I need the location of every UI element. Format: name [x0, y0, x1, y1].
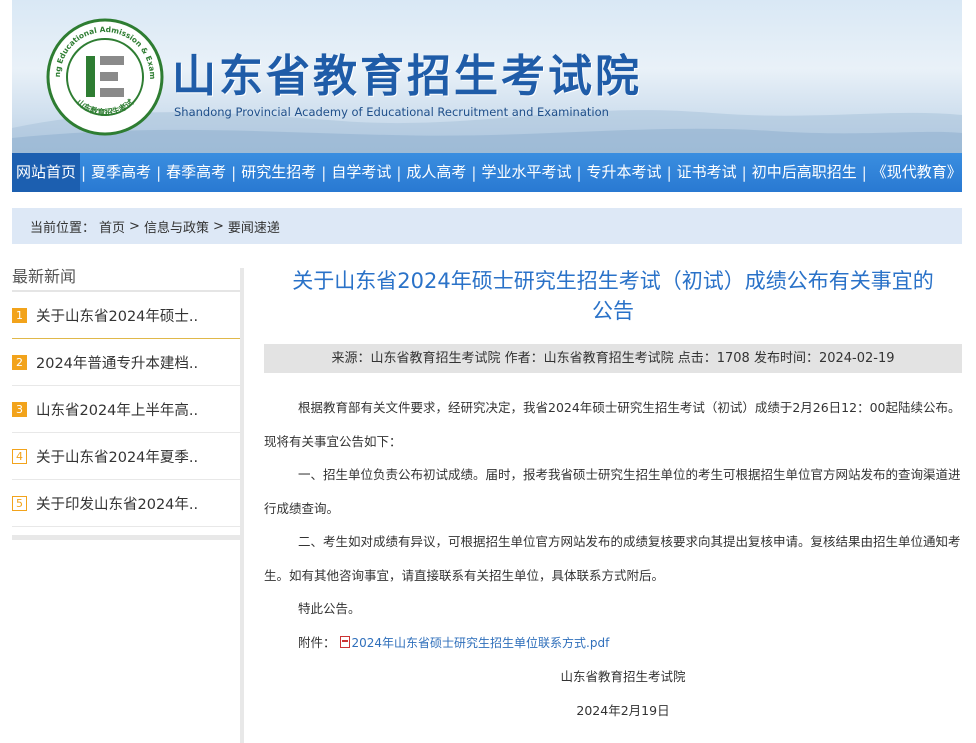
news-list-item[interactable]: 3 山东省2024年上半年高.. [12, 386, 240, 433]
header-banner: Shandong Educational Admission & Examina… [12, 0, 962, 153]
academy-logo: Shandong Educational Admission & Examina… [46, 18, 164, 136]
breadcrumb-separator: > [129, 218, 140, 234]
nav-separator: | [471, 163, 477, 182]
news-list-item[interactable]: 5 关于印发山东省2024年.. [12, 480, 240, 527]
article-paragraph: 根据教育部有关文件要求，经研究决定，我省2024年硕士研究生招生考试（初试）成绩… [264, 400, 961, 449]
attachment-link[interactable]: 2024年山东省硕士研究生招生单位联系方式.pdf [352, 636, 610, 650]
latest-news-sidebar: 最新新闻 1 关于山东省2024年硕士.. 2 2024年普通专升本建档.. 3… [12, 262, 240, 540]
column-divider [240, 268, 244, 743]
nav-graduate-exam[interactable]: 研究生招考 [237, 153, 320, 192]
rank-badge: 5 [12, 495, 27, 511]
nav-home[interactable]: 网站首页 [12, 153, 81, 192]
breadcrumb-info-policy[interactable]: 信息与政策 [144, 217, 209, 236]
article-paragraph: 二、考生如对成绩有异议，可根据招生单位官方网站发布的成绩复核要求向其提出复核申请… [264, 534, 961, 583]
nav-self-study-exam[interactable]: 自学考试 [327, 153, 395, 192]
nav-separator: | [321, 163, 327, 182]
nav-upgrade-exam[interactable]: 专升本考试 [583, 153, 666, 192]
nav-separator: | [396, 163, 402, 182]
sidebar-title: 最新新闻 [12, 262, 240, 292]
nav-adult-gaokao[interactable]: 成人高考 [402, 153, 470, 192]
breadcrumb: 当前位置： 首页 > 信息与政策 > 要闻速递 [12, 208, 962, 244]
nav-modern-education[interactable]: 《现代教育》 [868, 153, 966, 192]
publish-date: 2024年2月19日 [576, 702, 670, 718]
nav-separator: | [81, 163, 87, 182]
nav-separator: | [666, 163, 672, 182]
nav-separator: | [231, 163, 237, 182]
article-paragraph: 一、招生单位负责公布初试成绩。届时，报考我省硕士研究生招生单位的考生可根据招生单… [264, 467, 961, 516]
breadcrumb-separator: > [212, 218, 224, 234]
nav-vocational-admission[interactable]: 初中后高职招生 [748, 153, 861, 192]
breadcrumb-news[interactable]: 要闻速递 [228, 217, 280, 236]
article-title: 关于山东省2024年硕士研究生招生考试（初试）成绩公布有关事宜的 公告 [264, 266, 962, 326]
rank-badge: 3 [12, 401, 27, 417]
news-link[interactable]: 山东省2024年上半年高.. [36, 399, 198, 420]
article-title-line: 关于山东省2024年硕士研究生招生考试（初试）成绩公布有关事宜的 [292, 269, 934, 293]
article-body: 根据教育部有关文件要求，经研究决定，我省2024年硕士研究生招生考试（初试）成绩… [264, 391, 962, 727]
nav-separator: | [576, 163, 582, 182]
news-list-item[interactable]: 2 2024年普通专升本建档.. [12, 339, 240, 386]
news-list-item[interactable]: 1 关于山东省2024年硕士.. [12, 292, 240, 339]
nav-academic-level-exam[interactable]: 学业水平考试 [477, 153, 575, 192]
signature: 山东省教育招生考试院 [560, 669, 686, 684]
attachment-row: 附件： 2024年山东省硕士研究生招生单位联系方式.pdf [264, 626, 962, 661]
nav-summer-gaokao[interactable]: 夏季高考 [87, 153, 155, 192]
article-title-line: 公告 [592, 299, 634, 323]
news-list-item[interactable]: 4 关于山东省2024年夏季.. [12, 433, 240, 480]
news-link[interactable]: 关于印发山东省2024年.. [36, 493, 198, 514]
nav-separator: | [741, 163, 747, 182]
article-paragraph: 特此公告。 [298, 601, 361, 616]
rank-badge: 1 [12, 307, 27, 323]
news-link[interactable]: 关于山东省2024年夏季.. [36, 446, 198, 467]
breadcrumb-home[interactable]: 首页 [99, 217, 125, 236]
nav-spring-gaokao[interactable]: 春季高考 [162, 153, 230, 192]
rank-badge: 4 [12, 448, 27, 464]
article-meta: 来源：山东省教育招生考试院 作者：山东省教育招生考试院 点击：1708 发布时间… [264, 344, 962, 373]
nav-separator: | [861, 163, 867, 182]
main-nav: 网站首页 | 夏季高考 | 春季高考 | 研究生招考 | 自学考试 | 成人高考… [12, 153, 962, 192]
breadcrumb-prefix: 当前位置： [30, 220, 96, 236]
nav-certificate-exam[interactable]: 证书考试 [673, 153, 741, 192]
rank-badge: 2 [12, 354, 27, 370]
nav-separator: | [156, 163, 162, 182]
site-subtitle: Shandong Provincial Academy of Education… [174, 105, 609, 119]
article: 关于山东省2024年硕士研究生招生考试（初试）成绩公布有关事宜的 公告 来源：山… [264, 266, 962, 727]
news-link[interactable]: 2024年普通专升本建档.. [36, 352, 198, 373]
pdf-icon [339, 635, 350, 648]
site-title: 山东省教育招生考试院 [172, 51, 642, 102]
sidebar-divider [12, 535, 240, 540]
news-link[interactable]: 关于山东省2024年硕士.. [36, 305, 198, 326]
attachment-label: 附件： [298, 634, 336, 650]
